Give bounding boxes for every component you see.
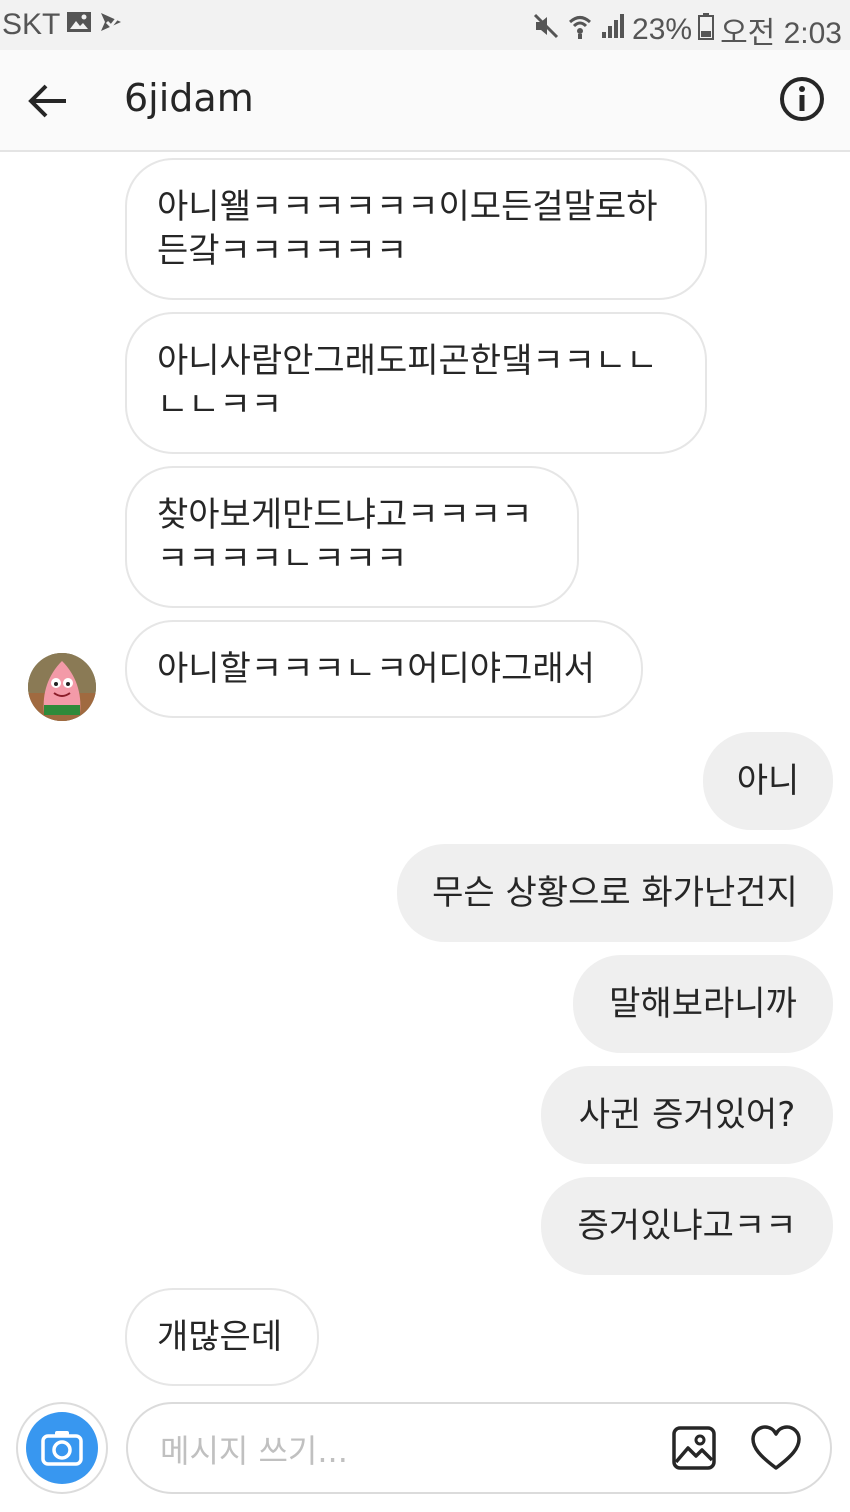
message-bubble-incoming[interactable]: 아니할ㅋㅋㅋㄴㅋ어디야그래서 [125,620,643,718]
battery-icon [698,12,715,48]
status-bar: SKT 23% 오전 2:03 [0,0,850,50]
battery-percent: 23% [632,13,693,46]
message-text: 아니 [736,761,800,801]
arrow-left-icon [28,84,66,118]
message-text: 말해보라니까 [609,984,797,1024]
clock: 오전 2:03 [720,17,842,50]
message-text: 개많은데 [157,1317,283,1357]
message-text: 아니할ㅋㅋㅋㄴㅋ어디야그래서 [157,649,595,689]
message-text: 증거있냐고ㅋㅋ [577,1206,797,1246]
image-icon [672,1426,716,1470]
back-button[interactable] [24,76,74,126]
wifi-icon [566,12,594,48]
message-bubble-incoming[interactable]: 아니왤ㅋㅋㅋㅋㅋㅋ이모든걸말로하든갘ㅋㅋㅋㅋㅋㅋ [125,158,707,300]
avatar-image [28,653,96,721]
gallery-notification-icon [66,8,92,42]
download-notification-icon [98,8,124,42]
message-text: 아니사람안그래도피곤한댘ㅋㅋㄴㄴㄴㄴㅋㅋ [157,341,658,425]
carrier-label: SKT [2,8,61,41]
message-composer: 메시지 쓰기... [0,1388,850,1512]
camera-button[interactable] [16,1402,108,1494]
camera-button-fill [26,1412,98,1484]
message-text: 무슨 상황으로 화가난건지 [432,873,798,913]
message-text: 사귄 증거있어? [578,1095,796,1135]
info-icon [780,77,824,121]
mute-icon [532,12,560,48]
message-bubble-incoming[interactable]: 개많은데 [125,1288,319,1386]
message-text: 찾아보게만드냐고ㅋㅋㅋㅋㅋㅋㅋㅋㄴㅋㅋㅋ [157,495,533,579]
sender-avatar[interactable] [28,653,96,721]
conversation-header: 6jidam [0,50,850,152]
like-button[interactable] [750,1424,802,1472]
message-bubble-outgoing[interactable]: 무슨 상황으로 화가난건지 [397,844,833,942]
message-input-placeholder: 메시지 쓰기... [160,1432,348,1470]
message-bubble-outgoing[interactable]: 사귄 증거있어? [541,1066,833,1164]
heart-icon [751,1425,801,1470]
message-input[interactable]: 메시지 쓰기... [126,1402,832,1494]
message-text: 아니왤ㅋㅋㅋㅋㅋㅋ이모든걸말로하든갘ㅋㅋㅋㅋㅋㅋ [157,187,658,271]
gallery-button[interactable] [670,1424,718,1472]
signal-icon [600,12,626,48]
message-bubble-incoming[interactable]: 아니사람안그래도피곤한댘ㅋㅋㄴㄴㄴㄴㅋㅋ [125,312,707,454]
conversation-title[interactable]: 6jidam [124,76,254,120]
camera-icon [41,1431,83,1466]
message-bubble-incoming[interactable]: 찾아보게만드냐고ㅋㅋㅋㅋㅋㅋㅋㅋㄴㅋㅋㅋ [125,466,579,608]
info-button[interactable] [778,75,826,123]
message-thread[interactable]: 아니왤ㅋㅋㅋㅋㅋㅋ이모든걸말로하든갘ㅋㅋㅋㅋㅋㅋ 아니사람안그래도피곤한댘ㅋㅋㄴ… [0,152,850,1388]
message-bubble-outgoing[interactable]: 말해보라니까 [573,955,833,1053]
message-bubble-outgoing[interactable]: 증거있냐고ㅋㅋ [541,1177,833,1275]
message-bubble-outgoing[interactable]: 아니 [703,732,833,830]
